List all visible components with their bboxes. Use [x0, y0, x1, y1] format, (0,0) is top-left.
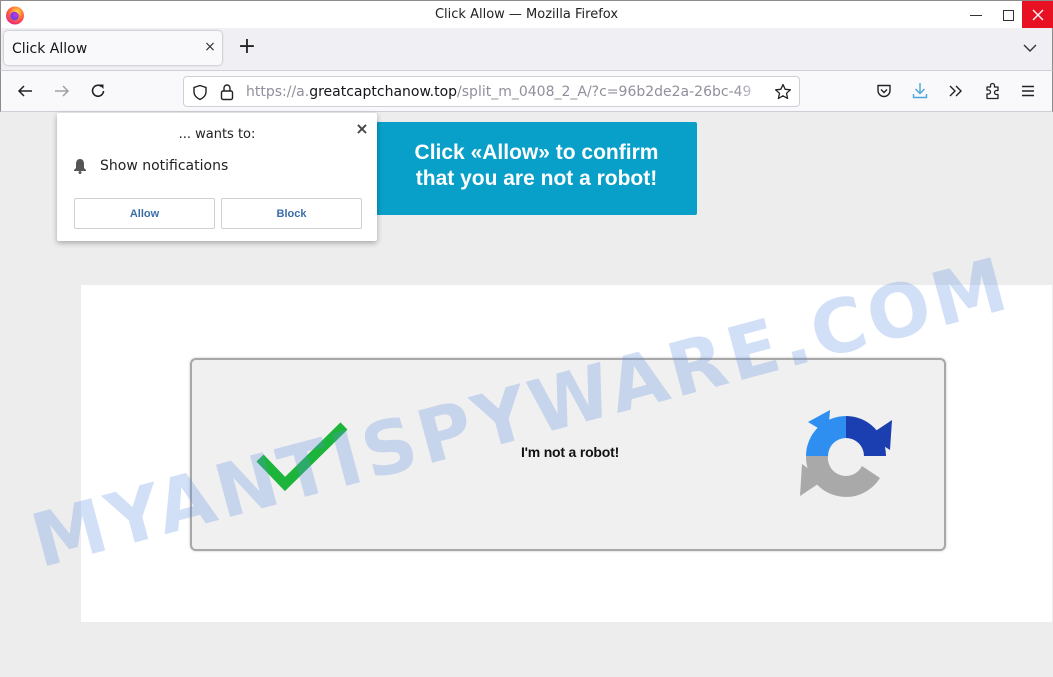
minimize-button[interactable]	[960, 1, 992, 29]
arrow-right-icon	[55, 85, 70, 97]
hamburger-menu-icon	[1022, 85, 1034, 97]
url-text[interactable]: https://a.greatcaptchanow.top/split_m_04…	[246, 84, 768, 100]
back-button[interactable]	[14, 80, 36, 102]
allow-button[interactable]: Allow	[74, 198, 215, 229]
double-chevron-right-icon	[949, 85, 962, 97]
downloads-button[interactable]	[909, 80, 931, 102]
maximize-button[interactable]	[992, 1, 1024, 29]
tracking-protection-shield-icon[interactable]	[192, 84, 208, 101]
open-menu-button[interactable]	[1017, 80, 1039, 102]
minimize-icon	[970, 14, 982, 16]
arrow-left-icon	[17, 85, 32, 97]
list-all-tabs-chevron-down-icon[interactable]	[1021, 40, 1039, 56]
close-window-button[interactable]	[1022, 1, 1053, 29]
fake-captcha-box[interactable]: I'm not a robot!	[190, 358, 946, 551]
tab-close-icon[interactable]: ×	[202, 39, 218, 55]
overflow-menu-button[interactable]	[945, 80, 967, 102]
forward-button[interactable]	[51, 80, 73, 102]
reload-icon	[91, 84, 105, 97]
window-titlebar: Click Allow — Mozilla Firefox	[0, 0, 1053, 29]
pocket-icon	[877, 84, 891, 98]
recaptcha-logo-icon	[800, 410, 892, 497]
allow-instruction-banner: Click «Allow» to confirm that you are no…	[376, 122, 697, 215]
tab-click-allow[interactable]: Click Allow ×	[4, 31, 222, 65]
puzzle-piece-icon	[986, 82, 999, 100]
tab-label: Click Allow	[12, 41, 88, 57]
popup-close-icon[interactable]: ×	[354, 119, 370, 138]
url-host: greatcaptchanow.top	[309, 84, 458, 100]
pocket-button[interactable]	[873, 80, 895, 102]
bookmark-star-icon[interactable]	[774, 83, 792, 101]
url-bar[interactable]: https://a.greatcaptchanow.top/split_m_04…	[183, 76, 800, 107]
new-tab-button[interactable]: +	[235, 36, 259, 60]
url-scheme: https://a.	[246, 84, 310, 100]
permission-header: ... wants to:	[178, 127, 256, 142]
tab-bar: Click Allow × +	[0, 28, 1053, 70]
permission-text: Show notifications	[100, 158, 229, 174]
notification-permission-popup: ... wants to: × Show notifications Allow…	[57, 113, 377, 241]
lock-icon[interactable]	[220, 83, 234, 101]
maximize-icon	[1002, 9, 1014, 21]
block-button[interactable]: Block	[221, 198, 362, 229]
extensions-button[interactable]	[982, 80, 1004, 102]
url-path: /split_m_0408_2_A/?c=96b2de2a-26bc-49	[457, 84, 752, 100]
bell-icon	[74, 159, 86, 174]
banner-line-2: that you are not a robot!	[415, 167, 658, 190]
download-icon	[912, 83, 928, 99]
banner-line-1: Click «Allow» to confirm	[414, 141, 659, 164]
navigation-toolbar: https://a.greatcaptchanow.top/split_m_04…	[0, 70, 1053, 112]
reload-button[interactable]	[87, 80, 109, 102]
close-icon	[1032, 9, 1044, 21]
window-title: Click Allow — Mozilla Firefox	[434, 7, 619, 22]
